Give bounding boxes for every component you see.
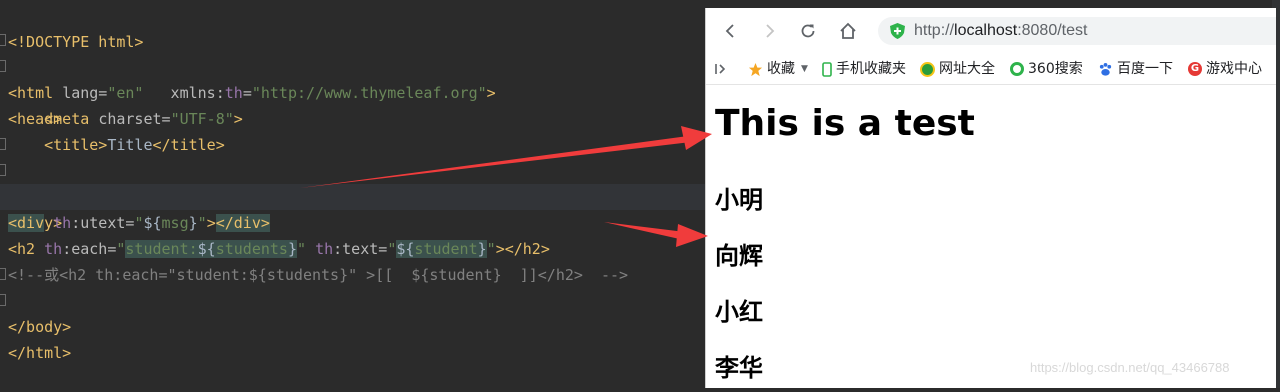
browser-window: http://localhost:8080/test 收藏 ▼ 手机收藏夹 网址… <box>705 8 1276 388</box>
game-icon: G <box>1188 62 1202 76</box>
bookmark-baidu[interactable]: 百度一下 <box>1098 54 1173 84</box>
shield-icon <box>890 23 905 39</box>
globe-icon <box>920 61 935 77</box>
url-text: http://localhost:8080/test <box>914 22 1088 39</box>
bookmark-favorites[interactable]: 收藏 ▼ <box>748 54 808 84</box>
chevron-down-icon: ▼ <box>801 64 808 74</box>
student-heading: 李华 <box>715 354 763 382</box>
page-heading: This is a test <box>715 103 975 144</box>
bookmarks-bar: 收藏 ▼ 手机收藏夹 网址大全 360搜索 百度一下 G 游戏中心 <box>706 54 1276 85</box>
star-icon <box>748 62 763 76</box>
browser-toolbar: http://localhost:8080/test <box>706 8 1276 54</box>
student-heading: 小明 <box>715 186 763 214</box>
bookmark-360-search[interactable]: 360搜索 <box>1010 54 1083 84</box>
student-heading: 向辉 <box>715 242 763 270</box>
fold-marker-icon[interactable] <box>0 164 6 176</box>
fold-marker-icon[interactable] <box>0 34 6 46</box>
forward-arrow-icon <box>766 24 775 38</box>
bookmark-mobile[interactable]: 手机收藏夹 <box>822 54 906 84</box>
address-bar[interactable]: http://localhost:8080/test <box>878 17 1276 45</box>
bookmark-games[interactable]: G 游戏中心 <box>1188 54 1262 84</box>
search-engine-icon <box>1010 62 1024 76</box>
fold-marker-icon[interactable] <box>0 60 6 72</box>
back-button[interactable] <box>718 19 742 43</box>
paw-icon <box>1099 62 1112 76</box>
home-button[interactable] <box>836 19 860 43</box>
reload-icon <box>801 24 815 38</box>
sidebar-toggle-icon <box>715 64 726 74</box>
fold-marker-icon[interactable] <box>0 138 6 150</box>
bookmark-hao[interactable]: 网址大全 <box>920 54 995 84</box>
reload-button[interactable] <box>796 19 820 43</box>
fold-marker-icon[interactable] <box>0 294 6 306</box>
page-content: This is a test 小明 向辉 小红 李华 <box>706 85 1276 388</box>
forward-button[interactable] <box>758 19 782 43</box>
student-heading: 小红 <box>715 298 763 326</box>
bookmarks-toggle-button[interactable] <box>714 54 728 84</box>
watermark: https://blog.csdn.net/qq_43466788 <box>1030 360 1230 375</box>
back-arrow-icon <box>725 24 734 38</box>
phone-icon <box>822 61 832 77</box>
fold-marker-icon[interactable] <box>0 268 6 280</box>
home-icon <box>840 22 856 39</box>
